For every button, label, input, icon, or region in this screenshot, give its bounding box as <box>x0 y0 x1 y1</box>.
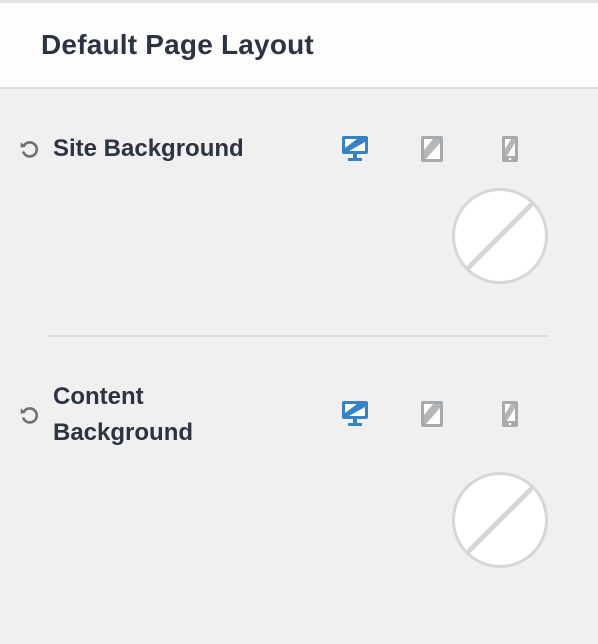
control-label-line-1: Content <box>53 383 144 410</box>
content-background-control: Content Background <box>0 0 598 644</box>
tablet-icon[interactable] <box>417 399 447 429</box>
customizer-panel: Default Page Layout Site Background Cont… <box>0 0 598 644</box>
control-label-line-2: Background <box>53 419 194 446</box>
color-swatch-empty[interactable] <box>452 472 548 568</box>
mobile-icon[interactable] <box>495 399 525 429</box>
desktop-icon[interactable] <box>340 399 370 429</box>
reset-icon[interactable] <box>18 403 42 427</box>
